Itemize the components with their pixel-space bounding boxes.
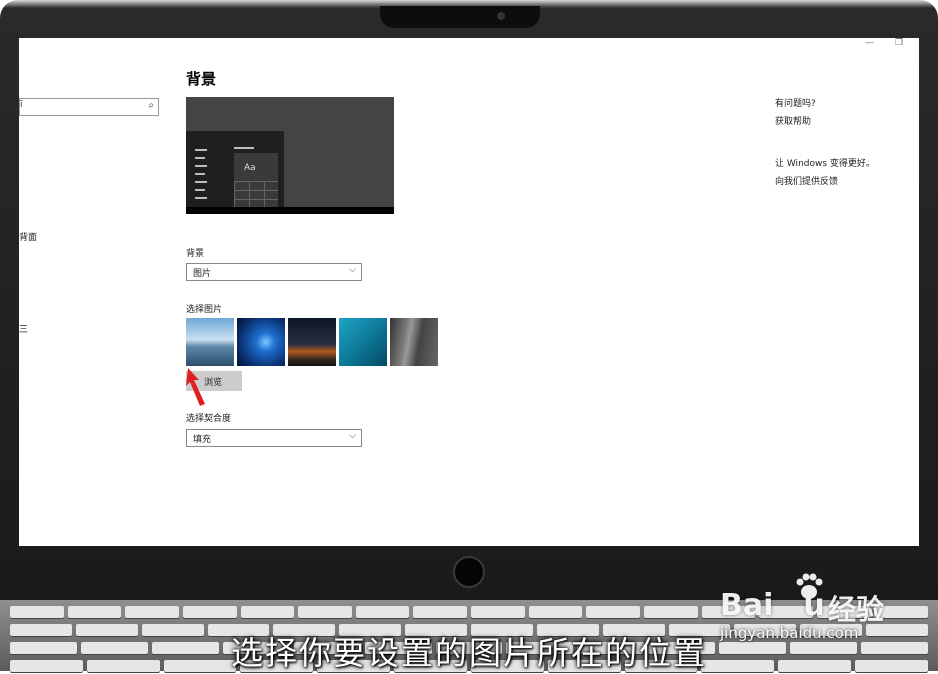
maximize-button[interactable]: ❐ xyxy=(895,38,903,48)
preview-sample-text: Aa xyxy=(244,163,256,173)
search-input[interactable]: ī ⌕ xyxy=(19,98,159,116)
fit-label: 选择契合度 xyxy=(186,414,232,424)
get-help-link[interactable]: 获取帮助 xyxy=(775,114,811,127)
background-label: 背景 xyxy=(186,249,205,259)
camera-notch xyxy=(380,6,540,28)
chevron-down-icon: ⌵ xyxy=(349,265,356,275)
picture-thumbnail-rock[interactable] xyxy=(390,318,438,366)
red-arrow-icon xyxy=(186,368,205,406)
choose-picture-label: 选择图片 xyxy=(186,305,223,315)
picture-thumbnail-windows[interactable] xyxy=(237,318,285,366)
preview-menu-line xyxy=(195,181,207,183)
picture-thumbnails xyxy=(186,318,438,366)
camera-lens xyxy=(497,12,505,20)
help-question: 有问题吗? xyxy=(775,99,816,109)
picture-thumbnail-underwater[interactable] xyxy=(339,318,387,366)
nav-item-fragment[interactable]: 背面 xyxy=(19,230,37,243)
preview-taskbar xyxy=(186,207,394,214)
preview-menu-line xyxy=(195,189,205,191)
search-icon[interactable]: ⌕ xyxy=(148,100,154,111)
give-feedback-link[interactable]: 向我们提供反馈 xyxy=(775,174,838,187)
search-input-text: ī xyxy=(20,100,23,110)
page-title: 背景 xyxy=(186,70,217,88)
preview-menu-line xyxy=(195,197,207,199)
video-subtitle: 选择你要设置的图片所在的位置 xyxy=(230,634,707,672)
laptop-bezel: — ❐ ī ⌕ 背面 三 背景 Aa 背景 图片 ⌵ 选择图片 浏览 选择契合度… xyxy=(0,0,938,612)
background-type-select[interactable]: 图片 ⌵ xyxy=(186,263,362,281)
preview-menu-line xyxy=(195,165,207,167)
preview-menu-line xyxy=(195,149,207,151)
minimize-button[interactable]: — xyxy=(865,38,874,48)
watermark-cn: 经验 xyxy=(828,593,885,626)
settings-window: — ❐ ī ⌕ 背面 三 背景 Aa 背景 图片 ⌵ 选择图片 浏览 选择契合度… xyxy=(19,38,919,546)
nav-item-fragment-2[interactable]: 三 xyxy=(19,322,28,335)
preview-tile-grid xyxy=(234,181,278,207)
preview-tile-header xyxy=(234,147,254,149)
picture-thumbnail-night-sky[interactable] xyxy=(288,318,336,366)
background-type-value: 图片 xyxy=(193,269,212,279)
chevron-down-icon: ⌵ xyxy=(349,431,356,441)
fit-value: 填充 xyxy=(193,435,212,445)
preview-menu-line xyxy=(195,173,205,175)
preview-menu-line xyxy=(195,157,205,159)
desktop-preview: Aa xyxy=(186,97,394,214)
camera-button xyxy=(453,556,485,588)
baidu-paw-icon xyxy=(796,573,823,599)
fit-select[interactable]: 填充 ⌵ xyxy=(186,429,362,447)
picture-thumbnail-lake[interactable] xyxy=(186,318,234,366)
improve-windows-text: 让 Windows 变得更好。 xyxy=(775,159,875,169)
